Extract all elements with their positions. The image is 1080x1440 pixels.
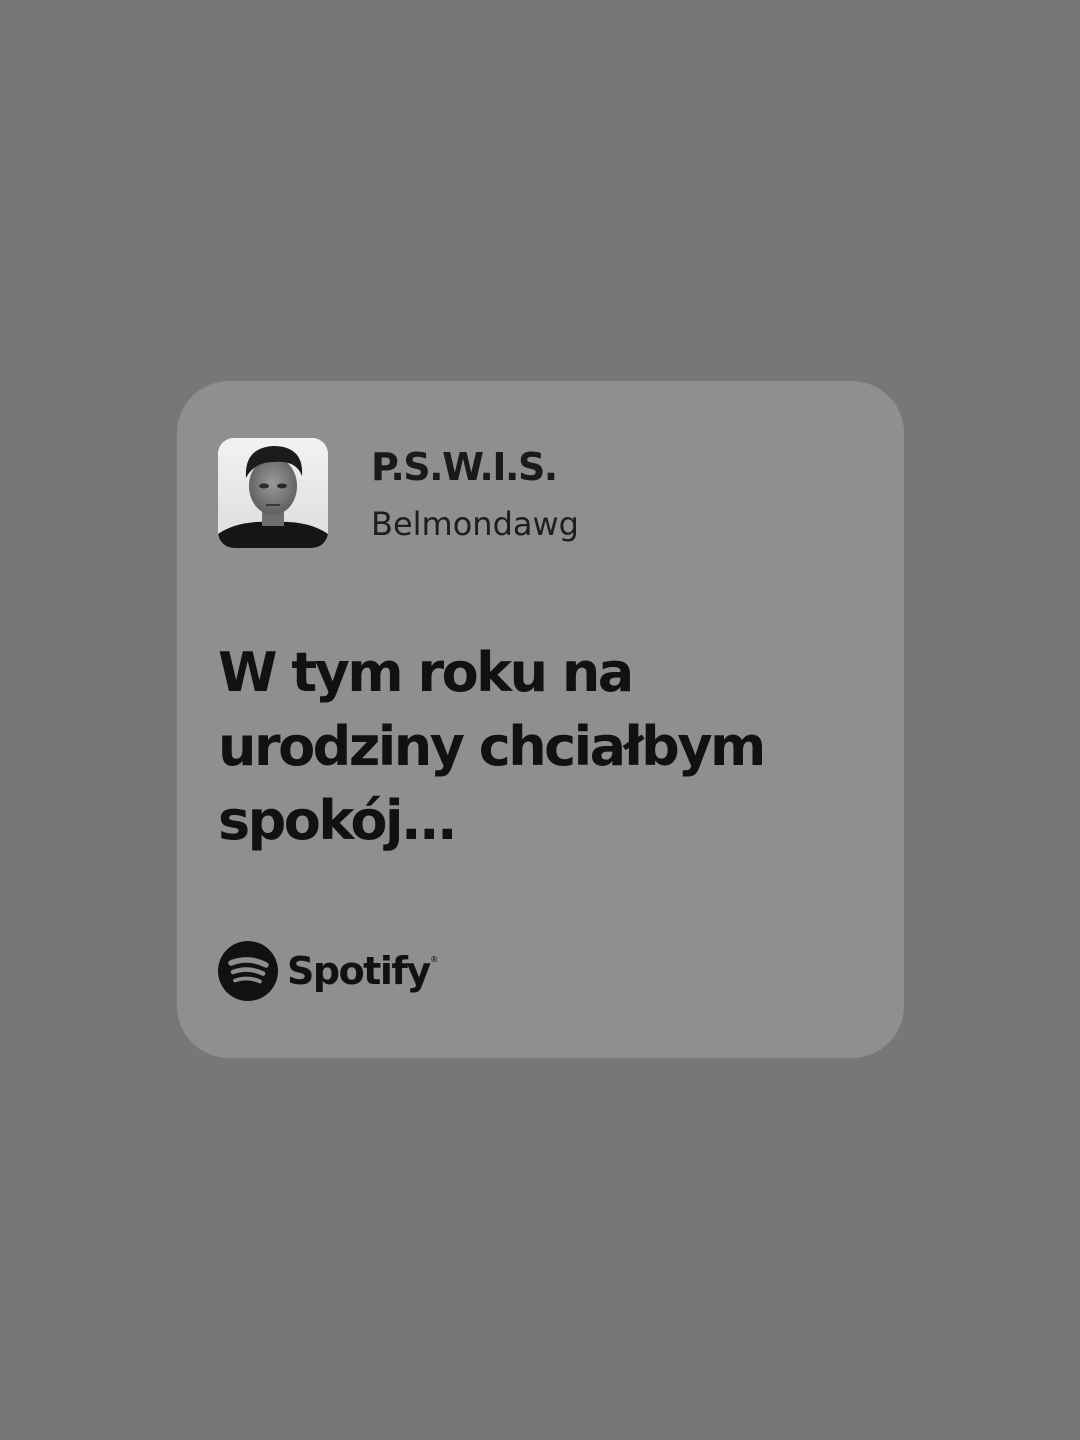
- artist-name: Belmondawg: [371, 505, 579, 543]
- album-cover: [218, 438, 328, 548]
- lyrics-line: urodziny chciałbym: [218, 715, 766, 778]
- spotify-wordmark-text: Spotify: [287, 949, 431, 993]
- spotify-brand: Spotify ®: [218, 940, 438, 1002]
- spotify-logo-icon: [218, 941, 278, 1001]
- track-title: P.S.W.I.S.: [371, 445, 558, 489]
- lyrics-line: W tym roku na: [218, 641, 634, 704]
- album-cover-image: [218, 438, 328, 548]
- lyrics-line: spokój...: [218, 789, 458, 852]
- spotify-wordmark: Spotify ®: [287, 949, 438, 993]
- lyrics-share-card: P.S.W.I.S. Belmondawg W tym roku na urod…: [177, 381, 904, 1058]
- trademark-symbol: ®: [430, 955, 438, 964]
- lyrics-quote: W tym roku na urodziny chciałbym spokój.…: [218, 636, 858, 858]
